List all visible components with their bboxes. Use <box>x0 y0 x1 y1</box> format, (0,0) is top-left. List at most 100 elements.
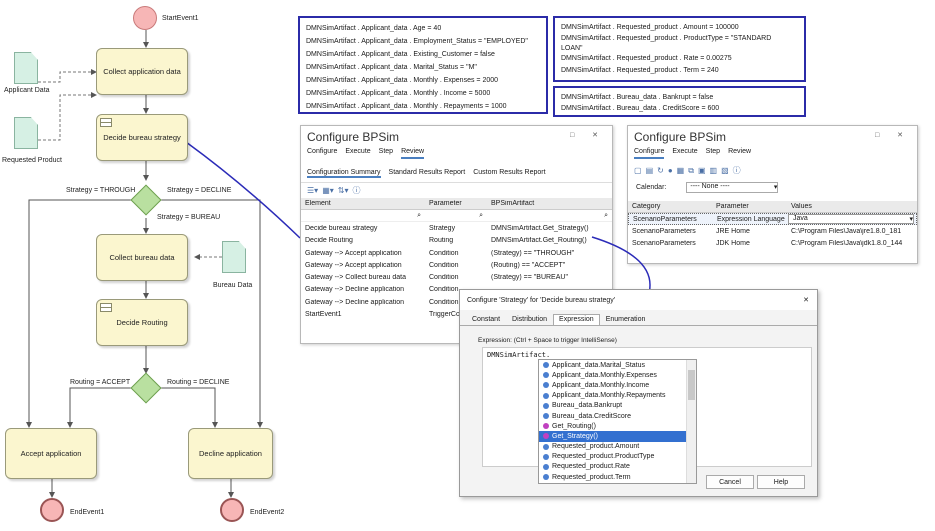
menu-review[interactable]: Review <box>401 148 425 159</box>
task-decide-routing[interactable]: Decide Routing <box>96 299 188 346</box>
col-element[interactable]: Element <box>301 200 425 207</box>
run-icon[interactable]: ● <box>668 166 673 175</box>
tab-expression[interactable]: Expression <box>553 314 600 325</box>
menu-step[interactable]: Step <box>379 148 393 159</box>
cell: Gateway --> Decline application <box>305 298 405 306</box>
list-item[interactable]: Requested_product.Rate <box>539 462 696 472</box>
table-row[interactable]: Gateway --> Accept application Condition(… <box>301 247 612 259</box>
tab-custom-results[interactable]: Custom Results Report <box>473 169 545 178</box>
menu-configure[interactable]: Configure <box>307 148 337 159</box>
save-icon[interactable]: ▣ <box>698 166 706 175</box>
open-icon[interactable]: ▤ <box>646 166 654 175</box>
table-row[interactable]: Gateway --> Accept application Condition(… <box>301 259 612 271</box>
list-item[interactable]: Bureau_data.CreditScore <box>539 411 696 421</box>
tab-constant[interactable]: Constant <box>466 314 506 325</box>
end-event-2-label: EndEvent2 <box>250 509 285 516</box>
property-icon <box>543 392 549 399</box>
menu-configure[interactable]: Configure <box>634 148 665 159</box>
search-icon[interactable]: ⌕ <box>487 212 612 220</box>
list-item[interactable]: Bureau_data.Bankrupt <box>539 401 696 411</box>
menu-execute[interactable]: Execute <box>672 148 697 159</box>
filter-icon[interactable]: ▦▾ <box>322 186 334 195</box>
list-item[interactable]: Applicant_data.Marital_Status <box>539 360 696 370</box>
list-item[interactable]: Applicant_data.Monthly.Repayments <box>539 391 696 401</box>
copy-icon[interactable]: ⧉ <box>688 166 694 176</box>
menu-step[interactable]: Step <box>706 148 720 159</box>
intellisense-list[interactable]: Applicant_data.Marital_Status Applicant_… <box>538 359 697 484</box>
table-row[interactable]: Decide bureau strategy Strategy DMNSimArti… <box>301 222 612 234</box>
col-category[interactable]: Category <box>628 203 712 210</box>
export-icon[interactable]: ▥ <box>710 166 718 175</box>
editor-text: DMNSimArtifact. <box>487 351 551 359</box>
table-row[interactable]: Gateway --> Collect bureau data Condition… <box>301 271 612 283</box>
list-item[interactable]: Requested_product.Amount <box>539 442 696 452</box>
menu-execute[interactable]: Execute <box>345 148 370 159</box>
list-item[interactable]: Requested_product.ProductType <box>539 452 696 462</box>
search-icon[interactable]: ⌕ <box>301 212 425 220</box>
tab-standard-results[interactable]: Standard Results Report <box>389 169 466 178</box>
tab-enumeration[interactable]: Enumeration <box>600 314 652 325</box>
refresh-icon[interactable]: ↻ <box>657 166 664 175</box>
applicant-line: DMNSimArtifact . Applicant_data . Marita… <box>306 64 477 71</box>
task-decline-application[interactable]: Decline application <box>188 428 273 479</box>
col-parameter[interactable]: Parameter <box>712 203 787 210</box>
list-icon[interactable]: ☰▾ <box>307 186 318 195</box>
help-button[interactable]: Help <box>757 475 805 489</box>
list-item[interactable]: Applicant_data.Monthly.Income <box>539 380 696 390</box>
end-event-1[interactable] <box>40 498 64 522</box>
window-title: Configure BPSim <box>307 130 400 144</box>
help-icon[interactable]: ⓘ <box>733 165 741 176</box>
method-icon <box>543 423 549 430</box>
tab-configuration-summary[interactable]: Configuration Summary <box>307 169 381 178</box>
subprocess-icon <box>100 118 112 127</box>
product-data-box: DMNSimArtifact . Requested_product . Amo… <box>553 16 806 82</box>
list-item-label: Requested_product.ProductType <box>552 453 655 461</box>
new-icon[interactable]: ▢ <box>634 166 642 175</box>
import-icon[interactable]: ▧ <box>721 166 729 175</box>
task-collect-application[interactable]: Collect application data <box>96 48 188 95</box>
grid-header: Category Parameter Values <box>628 201 917 213</box>
task-accept-application[interactable]: Accept application <box>5 428 97 479</box>
product-line: DMNSimArtifact . Requested_product . Ter… <box>561 67 719 74</box>
table-row[interactable]: ScenarioParameters JDK Home C:\Program Fil… <box>628 238 917 250</box>
window-controls[interactable]: □ ✕ <box>875 131 911 139</box>
cell: JRE Home <box>716 227 750 235</box>
expression-language-select[interactable]: Java ▾ <box>788 214 914 225</box>
end-event-1-label: EndEvent1 <box>70 509 105 516</box>
table-row[interactable]: ScenarioParameters JRE Home C:\Program Fil… <box>628 225 917 237</box>
menu-review[interactable]: Review <box>728 148 751 159</box>
close-icon[interactable]: ✕ <box>803 296 809 304</box>
task-decide-bureau-strategy[interactable]: Decide bureau strategy <box>96 114 188 161</box>
window-controls[interactable]: □ ✕ <box>570 131 606 139</box>
bureau-data-label: Bureau Data <box>213 282 253 289</box>
list-item[interactable]: Get_Routing() <box>539 421 696 431</box>
sort-icon[interactable]: ⇅▾ <box>338 186 349 195</box>
calendar-select[interactable]: ---- None ---- ▾ <box>686 182 779 193</box>
list-item[interactable]: Applicant_data.Monthly.Expenses <box>539 370 696 380</box>
requested-product-label: Requested Product <box>2 157 62 164</box>
search-icon[interactable]: ⌕ <box>425 212 487 220</box>
bureau-data-object[interactable] <box>222 241 246 273</box>
start-event[interactable] <box>133 6 157 30</box>
end-event-2[interactable] <box>220 498 244 522</box>
table-row[interactable]: ScenarioParameters Expression Language Jav… <box>628 213 917 226</box>
list-scrollbar[interactable] <box>686 360 696 483</box>
flow-label-routing-decline: Routing = DECLINE <box>167 379 230 386</box>
cell: Gateway --> Accept application <box>305 261 402 269</box>
method-icon <box>543 433 549 440</box>
requested-product-object[interactable] <box>14 117 38 149</box>
task-collect-bureau-data[interactable]: Collect bureau data <box>96 234 188 281</box>
help-icon[interactable]: ⓘ <box>352 185 360 196</box>
col-values[interactable]: Values <box>787 203 917 210</box>
col-artifact[interactable]: BPSimArtifact <box>487 200 612 207</box>
cell: C:\Program Files\Java\jdk1.8.0_144 <box>791 240 903 248</box>
applicant-data-object[interactable] <box>14 52 38 84</box>
cancel-button[interactable]: Cancel <box>706 475 754 489</box>
scrollbar-thumb[interactable] <box>688 370 695 400</box>
table-row[interactable]: Decide Routing Routing DMNSimArtifact.Get_… <box>301 235 612 247</box>
col-parameter[interactable]: Parameter <box>425 200 487 207</box>
grid-icon[interactable]: ▦ <box>677 166 685 175</box>
list-item-selected[interactable]: Get_Strategy() <box>539 431 696 442</box>
list-item[interactable]: Requested_product.Term <box>539 472 696 482</box>
tab-distribution[interactable]: Distribution <box>506 314 553 325</box>
